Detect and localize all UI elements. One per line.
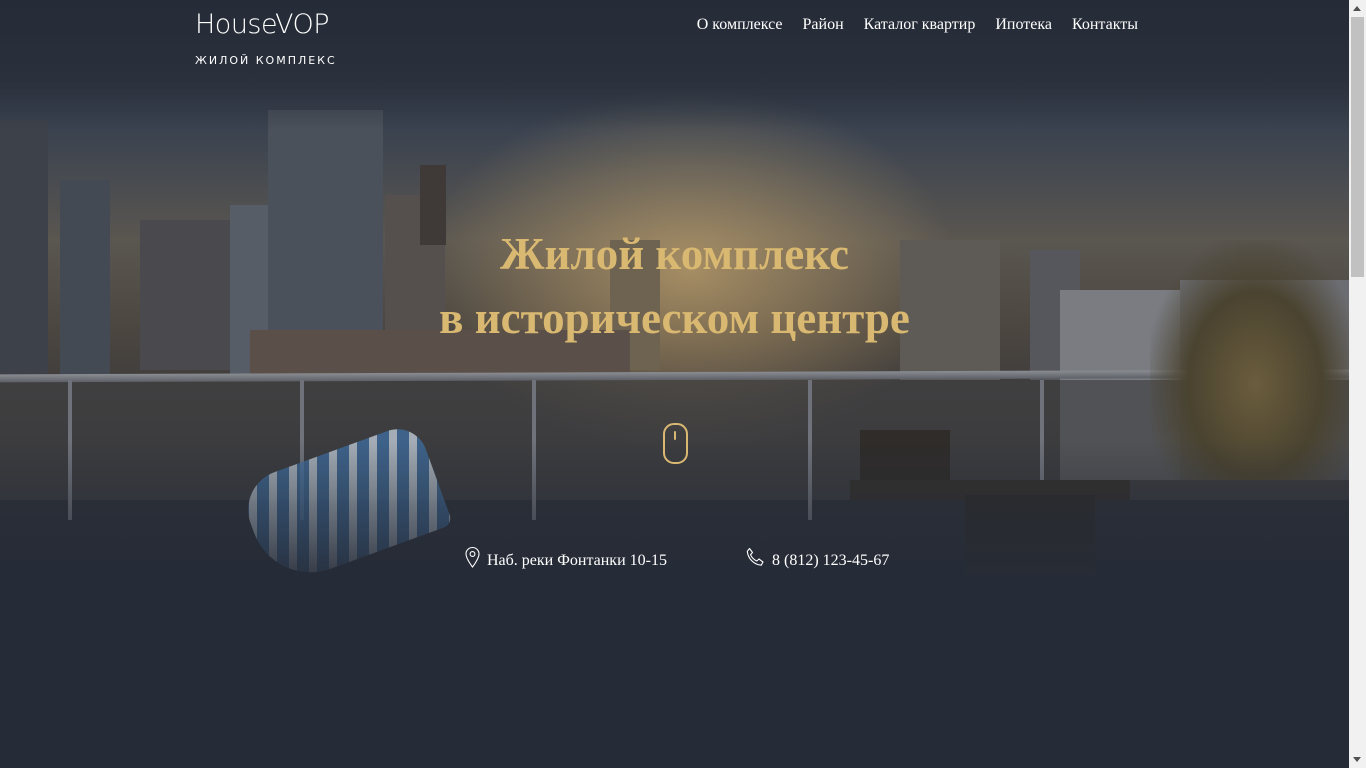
hero-title-line2: в историческом центре — [439, 293, 910, 343]
scroll-down-arrow-icon[interactable] — [1353, 757, 1361, 762]
nav-item-contacts[interactable]: Контакты — [1072, 16, 1138, 34]
scrollbar-thumb[interactable] — [1351, 17, 1364, 277]
nav-item-catalog[interactable]: Каталог квартир — [864, 16, 976, 34]
site-logo[interactable]: HouseVOP ЖИЛОЙ КОМПЛЕКС — [195, 9, 337, 68]
page-scrollbar[interactable] — [1349, 0, 1366, 768]
logo-subtitle: ЖИЛОЙ КОМПЛЕКС — [195, 54, 337, 67]
bottom-overlay — [0, 440, 1349, 768]
hero-title-line1: Жилой комплекс — [500, 229, 849, 279]
address-block: Наб. реки Фонтанки 10-15 — [464, 544, 667, 570]
location-pin-icon — [465, 546, 480, 568]
hero-section: HouseVOP ЖИЛОЙ КОМПЛЕКС О комплексе Райо… — [0, 0, 1349, 768]
phone-block: 8 (812) 123-45-67 — [745, 544, 889, 570]
phone-icon — [746, 547, 764, 566]
address-text: Наб. реки Фонтанки 10-15 — [487, 552, 667, 569]
logo-brand: HouseVOP — [195, 9, 330, 40]
nav-item-district[interactable]: Район — [803, 16, 844, 34]
phone-text[interactable]: 8 (812) 123-45-67 — [772, 552, 889, 570]
scroll-up-arrow-icon[interactable] — [1353, 6, 1361, 11]
mouse-icon[interactable] — [663, 423, 688, 464]
nav-item-mortgage[interactable]: Ипотека — [995, 16, 1052, 34]
nav-item-about[interactable]: О комплексе — [697, 16, 783, 34]
main-nav: О комплексе Район Каталог квартир Ипотек… — [697, 16, 1138, 34]
hero-title: Жилой комплекс в историческом центре — [0, 222, 1349, 350]
